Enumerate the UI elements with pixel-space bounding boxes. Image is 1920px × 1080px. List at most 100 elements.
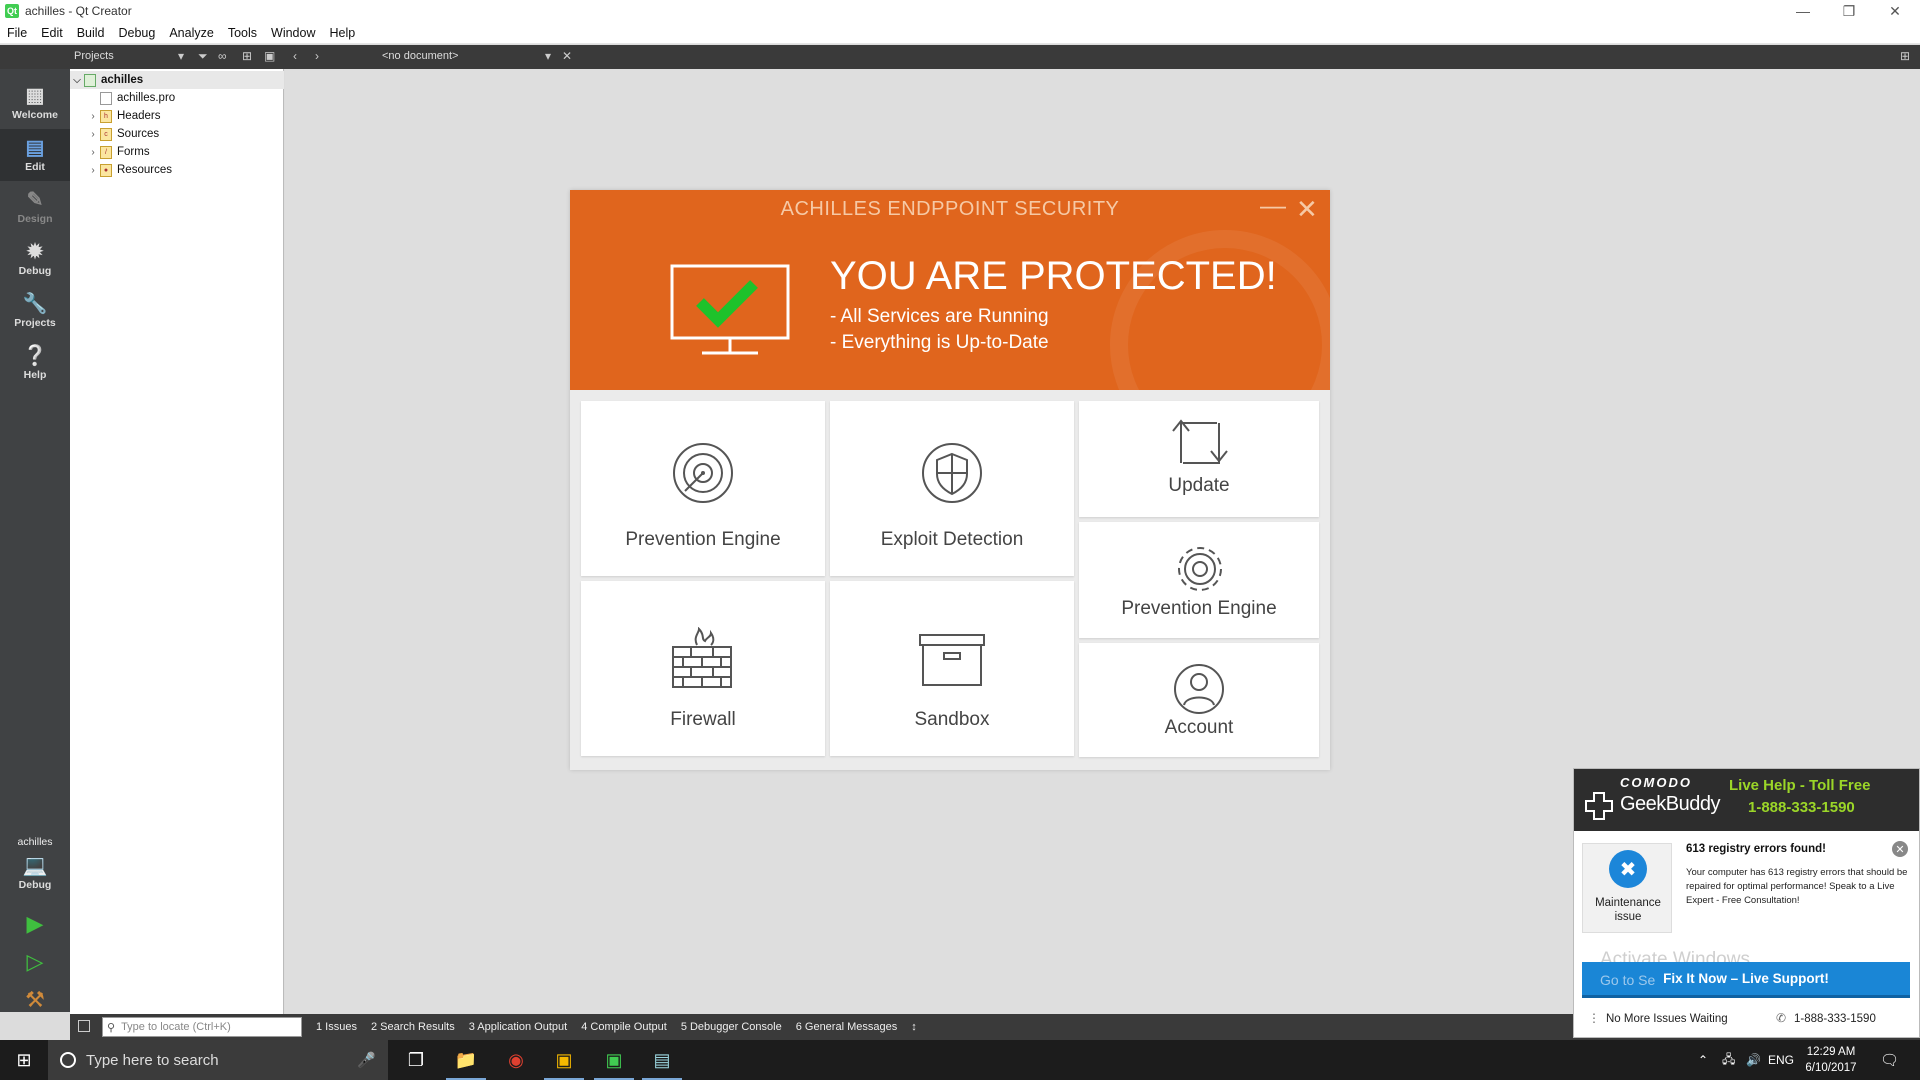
tree-item-sources[interactable]: › c Sources — [86, 125, 159, 143]
popup-close-button[interactable]: ✕ — [1892, 841, 1908, 857]
file-icon — [100, 91, 112, 105]
taskbar-search[interactable]: Type here to search 🎤 — [48, 1040, 388, 1080]
kit-config-label: Debug — [18, 879, 52, 891]
mode-edit[interactable]: ▤ Edit — [0, 129, 70, 181]
radar-icon — [673, 443, 733, 503]
tile-update[interactable]: Update — [1079, 401, 1319, 517]
app-button-3[interactable]: ▣ — [540, 1040, 588, 1080]
tree-item-forms[interactable]: › / Forms — [86, 143, 150, 161]
link-icon[interactable]: ∞ — [218, 49, 227, 63]
menu-file[interactable]: File — [0, 26, 34, 40]
monitor-icon: 💻 — [22, 855, 48, 877]
menu-debug[interactable]: Debug — [112, 26, 163, 40]
qt-creator-taskbar-button[interactable]: ▣ — [590, 1040, 638, 1080]
mode-debug[interactable]: ✹ Debug — [0, 233, 70, 285]
projects-view-selector[interactable]: Projects — [74, 50, 114, 62]
restore-button[interactable]: ❐ — [1826, 0, 1872, 22]
tree-item-headers[interactable]: › h Headers — [86, 107, 160, 125]
more-options-icon[interactable]: ⋮ — [1588, 1011, 1600, 1025]
chrome-button[interactable]: ◉ — [492, 1040, 540, 1080]
tree-root-achilles[interactable]: ⌵ achilles — [70, 71, 284, 89]
tree-item-resources[interactable]: › ● Resources — [86, 161, 172, 179]
document-selector[interactable]: <no document> — [382, 50, 458, 62]
start-button[interactable]: ⊞ — [0, 1040, 48, 1080]
debug-run-button[interactable]: ▷ — [22, 949, 48, 975]
cortana-icon — [60, 1052, 76, 1068]
action-center-icon[interactable]: 🗨 — [1880, 1040, 1899, 1080]
project-tree: ⌵ achilles achilles.pro › h Headers › c … — [70, 69, 284, 1014]
volume-icon[interactable]: 🔊 — [1746, 1040, 1761, 1080]
document-dropdown-icon[interactable]: ▾ — [545, 49, 551, 63]
close-button[interactable]: ✕ — [1872, 0, 1918, 22]
tree-item-pro-file[interactable]: achilles.pro — [86, 89, 175, 107]
footer-phone: 1-888-333-1590 — [1794, 1013, 1876, 1025]
hammer-icon: ⚒ — [25, 987, 45, 1012]
achilles-close-button[interactable]: ✕ — [1296, 194, 1318, 225]
achilles-window: ACHILLES ENDPPOINT SECURITY — ✕ YOU ARE … — [570, 190, 1330, 770]
tile-prevention-engine-settings[interactable]: Prevention Engine — [1079, 522, 1319, 638]
menu-build[interactable]: Build — [70, 26, 112, 40]
output-tab-debugger-console[interactable]: 5 Debugger Console — [681, 1021, 782, 1033]
network-icon[interactable]: 🖧 — [1722, 1040, 1735, 1080]
maintenance-label: Maintenance issue — [1595, 897, 1661, 923]
error-title: 613 registry errors found! — [1686, 843, 1826, 855]
folder-forms-icon: / — [100, 145, 112, 159]
run-button[interactable]: ▶ — [22, 911, 48, 937]
menu-edit[interactable]: Edit — [34, 26, 70, 40]
mode-projects[interactable]: 🔧 Projects — [0, 285, 70, 337]
output-tab-issues[interactable]: 1 Issues — [316, 1021, 357, 1033]
kit-selector[interactable]: 💻 Debug — [0, 849, 70, 897]
toggle-sidebar-icon[interactable] — [78, 1020, 90, 1032]
output-tab-search-results[interactable]: 2 Search Results — [371, 1021, 455, 1033]
locator-input[interactable]: ⚲ Type to locate (Ctrl+K) — [102, 1017, 302, 1037]
clock-date: 6/10/2017 — [1805, 1062, 1857, 1074]
output-tab-application-output[interactable]: 3 Application Output — [469, 1021, 567, 1033]
close-document-icon[interactable]: ✕ — [562, 49, 572, 63]
expand-arrow-icon[interactable]: › — [86, 147, 100, 158]
tile-firewall[interactable]: Firewall — [581, 581, 825, 756]
menu-window[interactable]: Window — [264, 26, 322, 40]
dropdown-arrow-icon[interactable]: ▾ — [178, 49, 184, 63]
menu-tools[interactable]: Tools — [221, 26, 264, 40]
live-help-phone: 1-888-333-1590 — [1748, 799, 1855, 816]
achilles-taskbar-button[interactable]: ▤ — [638, 1040, 686, 1080]
build-button[interactable]: ⚒ — [22, 987, 48, 1013]
tile-account[interactable]: Account — [1079, 643, 1319, 757]
achilles-minimize-button[interactable]: — — [1260, 190, 1286, 221]
mode-design[interactable]: ✎ Design — [0, 181, 70, 233]
windows-logo-icon: ⊞ — [16, 1049, 32, 1070]
tile-sandbox[interactable]: Sandbox — [830, 581, 1074, 756]
output-tab-compile-output[interactable]: 4 Compile Output — [581, 1021, 667, 1033]
clock-time: 12:29 AM — [1806, 1046, 1856, 1058]
expand-arrow-icon[interactable]: › — [86, 165, 100, 176]
mode-help[interactable]: ❔ Help — [0, 337, 70, 389]
expand-arrow-icon[interactable]: ⌵ — [70, 75, 84, 86]
expand-arrow-icon[interactable]: › — [86, 129, 100, 140]
clock[interactable]: 12:29 AM 6/10/2017 — [1796, 1044, 1866, 1076]
language-indicator[interactable]: ENG — [1768, 1040, 1794, 1080]
file-explorer-button[interactable]: 📁 — [442, 1040, 490, 1080]
menu-analyze[interactable]: Analyze — [162, 26, 220, 40]
split-icon[interactable]: ⊞ — [242, 49, 252, 63]
minimize-button[interactable]: — — [1780, 0, 1826, 22]
expand-arrow-icon[interactable]: › — [86, 111, 100, 122]
forward-icon[interactable]: › — [315, 49, 319, 63]
output-tab-general-messages[interactable]: 6 General Messages — [796, 1021, 898, 1033]
play-icon: ▶ — [26, 911, 44, 936]
mode-label: Welcome — [12, 109, 58, 121]
menu-help[interactable]: Help — [322, 26, 362, 40]
microphone-icon[interactable]: 🎤 — [357, 1051, 376, 1069]
tree-item-label: Forms — [117, 146, 150, 158]
tile-exploit-detection[interactable]: Exploit Detection — [830, 401, 1074, 576]
more-tabs-icon[interactable]: ↕ — [911, 1021, 917, 1033]
achilles-header: ACHILLES ENDPPOINT SECURITY — ✕ YOU ARE … — [570, 190, 1330, 390]
back-icon[interactable]: ‹ — [293, 49, 297, 63]
medical-cross-icon — [1585, 792, 1613, 820]
tile-prevention-engine[interactable]: Prevention Engine — [581, 401, 825, 576]
mode-welcome[interactable]: ▦ Welcome — [0, 77, 70, 129]
task-view-button[interactable]: ❐ — [392, 1040, 440, 1080]
close-pane-icon[interactable]: ▣ — [264, 49, 275, 63]
split-editor-icon[interactable]: ⊞ — [1900, 49, 1910, 63]
show-hidden-icons[interactable]: ⌃ — [1698, 1040, 1708, 1080]
filter-icon[interactable]: ⏷ — [198, 49, 208, 64]
